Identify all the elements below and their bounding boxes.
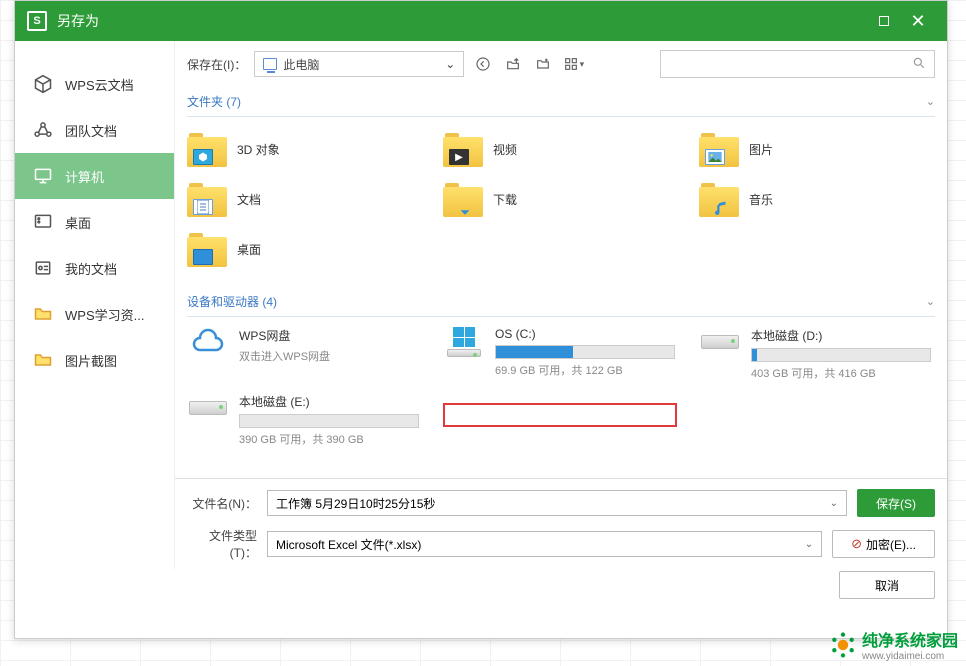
sidebar-item-wps-study[interactable]: WPS学习资... [15,291,174,337]
drive-usage-bar [239,414,419,428]
drive-e[interactable]: 本地磁盘 (E:) 390 GB 可用，共 390 GB [187,393,423,447]
cloud-icon [187,327,229,357]
chevron-down-icon: ⌄ [445,57,455,71]
drive-subtitle: 390 GB 可用，共 390 GB [239,431,423,447]
watermark-url: www.yidaimei.com [862,651,958,662]
monitor-icon [33,166,53,186]
back-button[interactable] [472,53,494,75]
filename-field[interactable] [276,496,830,510]
folder-downloads[interactable]: 下载 [443,177,679,221]
folder-label: 3D 对象 [237,141,280,158]
content-area: 文件夹 (7) ⌄ 3D 对象 ▶视频 图片 文档 下载 音乐 桌面 设备和驱动… [175,87,947,478]
sidebar-item-team[interactable]: 团队文档 [15,107,174,153]
save-as-dialog: S 另存为 ✕ WPS云文档 团队文档 计算机 桌面 [14,0,948,639]
toolbar: 保存在(I)： 此电脑 ⌄ ▾ [175,41,947,87]
folder-pictures[interactable]: 图片 [699,127,935,171]
drive-title: 本地磁盘 (D:) [751,327,935,344]
save-button[interactable]: 保存(S) [857,489,935,517]
dialog-footer: 文件名(N)： ⌄ 保存(S) 文件类型(T)： Microsoft Excel… [175,478,947,569]
app-icon: S [27,11,47,31]
sidebar-item-wps-cloud[interactable]: WPS云文档 [15,61,174,107]
folders-header[interactable]: 文件夹 (7) ⌄ [187,87,935,117]
search-box[interactable] [660,50,935,78]
doc-icon [33,258,53,278]
folder-label: 下载 [493,191,517,208]
grid-icon [33,212,53,232]
drive-usage-bar [751,348,931,362]
folder-label: 视频 [493,141,517,158]
new-folder-button[interactable] [532,53,554,75]
encrypt-button[interactable]: ⊘加密(E)... [832,530,935,558]
lock-icon: ⊘ [851,536,862,552]
sidebar-item-label: 团队文档 [65,121,117,140]
titlebar: S 另存为 ✕ [15,1,947,41]
sidebar: WPS云文档 团队文档 计算机 桌面 我的文档 WPS学习资... [15,41,175,569]
filetype-dropdown[interactable]: Microsoft Excel 文件(*.xlsx)⌄ [267,531,822,557]
watermark: 纯净系统家园 www.yidaimei.com [830,627,958,662]
folder-desktop[interactable]: 桌面 [187,227,423,271]
cancel-button[interactable]: 取消 [839,571,935,599]
drive-subtitle: 双击进入WPS网盘 [239,348,423,364]
drive-wps-cloud[interactable]: WPS网盘双击进入WPS网盘 [187,327,423,381]
folder-label: 桌面 [237,241,261,258]
folder-label: 音乐 [749,191,773,208]
sidebar-item-label: 图片截图 [65,351,117,370]
save-in-label: 保存在(I)： [187,56,246,73]
folder-icon [33,350,53,370]
sidebar-item-label: WPS学习资... [65,305,144,324]
windows-drive-icon [443,327,485,357]
sidebar-item-label: 计算机 [65,167,104,186]
drive-title: 本地磁盘 (E:) [239,393,423,410]
sidebar-item-label: 我的文档 [65,259,117,278]
folder-music[interactable]: 音乐 [699,177,935,221]
sidebar-item-mydocs[interactable]: 我的文档 [15,245,174,291]
close-button[interactable]: ✕ [901,1,935,41]
filename-input[interactable]: ⌄ [267,490,847,516]
folder-3d-objects[interactable]: 3D 对象 [187,127,423,171]
drive-title: WPS网盘 [239,327,423,344]
sidebar-item-label: 桌面 [65,213,91,232]
search-input[interactable] [669,57,912,71]
view-button[interactable]: ▾ [562,53,584,75]
sidebar-item-screenshots[interactable]: 图片截图 [15,337,174,383]
chevron-down-icon[interactable]: ⌄ [830,498,838,509]
watermark-title: 纯净系统家园 [862,627,958,651]
chevron-down-icon[interactable]: ⌄ [805,539,813,550]
filetype-value: Microsoft Excel 文件(*.xlsx) [276,536,805,553]
location-dropdown[interactable]: 此电脑 ⌄ [254,51,464,77]
filename-label: 文件名(N)： [187,495,257,512]
drive-subtitle: 403 GB 可用，共 416 GB [751,365,935,381]
pc-icon [263,58,277,70]
watermark-logo-icon [830,632,856,658]
share-icon [33,120,53,140]
folder-documents[interactable]: 文档 [187,177,423,221]
highlight-box [443,393,679,447]
filetype-label: 文件类型(T)： [187,527,257,561]
drive-c[interactable]: OS (C:) 69.9 GB 可用，共 122 GB [443,327,679,381]
search-icon [912,56,926,73]
location-value: 此电脑 [283,56,319,73]
cube-icon [33,74,53,94]
drive-subtitle: 69.9 GB 可用，共 122 GB [495,362,679,378]
folder-label: 文档 [237,191,261,208]
maximize-button[interactable] [867,1,901,41]
sidebar-item-computer[interactable]: 计算机 [15,153,174,199]
drive-title: OS (C:) [495,327,679,341]
chevron-down-icon: ⌄ [926,95,935,108]
sidebar-item-label: WPS云文档 [65,75,134,94]
folder-label: 图片 [749,141,773,158]
up-button[interactable] [502,53,524,75]
folder-videos[interactable]: ▶视频 [443,127,679,171]
disk-icon [187,393,229,423]
sidebar-item-desktop[interactable]: 桌面 [15,199,174,245]
drives-header[interactable]: 设备和驱动器 (4) ⌄ [187,287,935,317]
folder-icon [33,304,53,324]
disk-icon [699,327,741,357]
drive-usage-bar [495,345,675,359]
chevron-down-icon: ⌄ [926,295,935,308]
drive-d[interactable]: 本地磁盘 (D:) 403 GB 可用，共 416 GB [699,327,935,381]
dialog-title: 另存为 [57,11,867,31]
